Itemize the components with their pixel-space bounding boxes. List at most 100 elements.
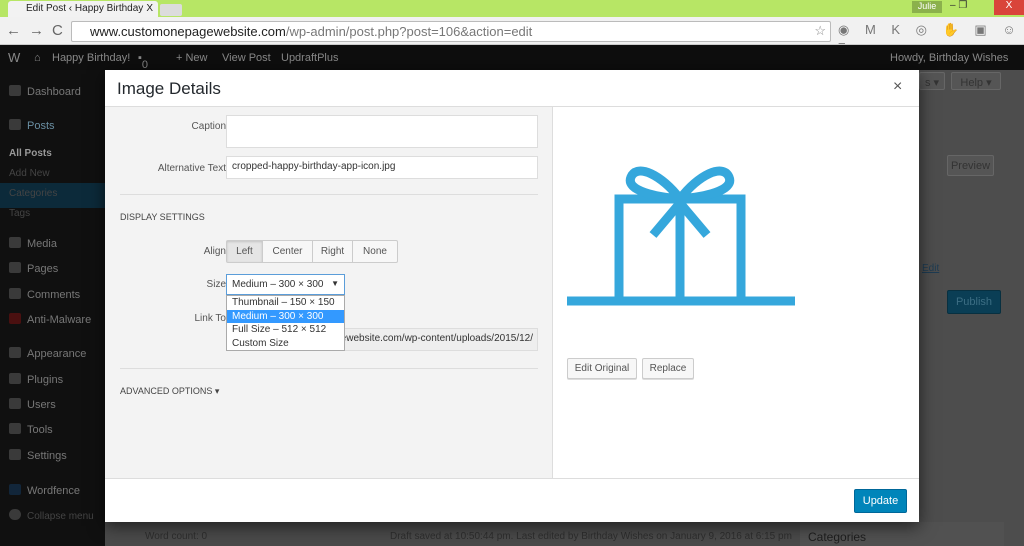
replace-button[interactable]: Replace [642,358,694,379]
submenu-all-posts[interactable]: All Posts [9,148,52,159]
sidebar-item-dashboard[interactable]: Dashboard [9,85,81,98]
collapse-icon [9,509,21,520]
alt-text-input[interactable]: cropped-happy-birthday-app-icon.jpg [226,156,538,179]
caption-textarea[interactable] [226,115,538,148]
align-center-button[interactable]: Center [263,241,313,262]
label: Posts [27,120,55,132]
size-option-full[interactable]: Full Size – 512 × 512 [227,323,344,337]
help-button[interactable]: Help ▾ [951,72,1001,90]
sidebar-item-tools[interactable]: Tools [9,423,53,436]
browser-tab[interactable]: Edit Post ‹ Happy Birthday X [8,1,158,17]
preview-button[interactable]: Preview [947,155,994,176]
update-button[interactable]: Update [854,489,907,513]
modal-title: Image Details [117,79,221,98]
close-icon[interactable]: × [893,78,902,96]
sidebar-item-anti-malware[interactable]: Anti-Malware [9,313,91,326]
label: Tools [27,424,53,436]
new-link[interactable]: + New [176,52,208,64]
sidebar-item-users[interactable]: Users [9,398,56,411]
label: Media [27,238,57,250]
advanced-options-toggle[interactable]: ADVANCED OPTIONS ▾ [120,386,219,397]
wordpress-logo-icon[interactable]: W [8,50,20,65]
sidebar-item-appearance[interactable]: Appearance [9,347,86,360]
howdy-user-link[interactable]: Howdy, Birthday Wishes [890,52,1008,64]
size-selected-value: Medium – 300 × 300 [232,279,324,290]
sidebar-item-plugins[interactable]: Plugins [9,373,63,386]
label: Anti-Malware [27,314,92,326]
label: Plugins [27,374,64,386]
home-icon: ⌂ [34,52,41,64]
wp-admin-bar: W ⌂ Happy Birthday! ▪ 0 + New View Post … [0,45,1024,71]
editor-status-bar: Word count: 0 Draft saved at 10:50:44 pm… [105,522,805,546]
bookmark-star-icon[interactable]: ☆ [814,23,826,39]
nav-buttons[interactable]: ←→C [6,22,71,39]
categories-box[interactable]: Categories [800,522,1004,546]
view-post-link[interactable]: View Post [222,52,271,64]
tab-title: Edit Post ‹ Happy Birthday [26,3,144,14]
comments-link[interactable]: ▪ 0 [138,52,148,71]
address-bar[interactable]: www.customonepagewebsite.com/wp-admin/po… [71,21,831,42]
caption-label: Caption [191,121,226,132]
display-settings-heading: DISPLAY SETTINGS [120,212,205,222]
align-label: Align [203,246,226,257]
align-button-group: Left Center Right None [226,240,398,263]
sidebar-item-pages[interactable]: Pages [9,262,58,275]
size-label: Size [206,279,226,290]
submenu-tags[interactable]: Tags [9,208,30,219]
label: Wordfence [27,485,80,497]
edit-link[interactable]: Edit [922,263,939,274]
label: Comments [27,289,81,301]
sidebar-item-wordfence[interactable]: Wordfence [9,484,80,497]
wrench-icon [9,423,21,434]
brush-icon [9,347,21,358]
new-tab-button[interactable] [160,4,182,16]
user-icon [9,398,21,409]
modal-header: Image Details × [105,70,919,107]
pages-icon [9,262,21,273]
window-close-icon[interactable]: X [994,0,1024,15]
edit-original-button[interactable]: Edit Original [567,358,637,379]
media-icon [9,237,21,248]
updraftplus-link[interactable]: UpdraftPlus [281,52,338,64]
admin-sidebar: Dashboard Posts All Posts Add New Catego… [0,70,105,546]
gift-image [567,166,795,306]
link-to-label: Link To [194,313,226,324]
size-option-medium[interactable]: Medium – 300 × 300 [227,309,344,323]
size-dropdown-list: Thumbnail – 150 × 150 Medium – 300 × 300… [226,295,345,351]
label: Settings [27,450,67,462]
submenu-categories[interactable]: Categories [9,188,57,199]
settings-pane: Caption Alternative Text cropped-happy-b… [105,107,552,478]
sidebar-item-posts[interactable]: Posts [9,119,55,132]
publish-panel-dimmed: s ▾ Help ▾ Preview Edit Publish [919,70,1024,546]
label: Dashboard [27,86,81,98]
submenu-add-new[interactable]: Add New [9,168,50,179]
url-host: www.customonepagewebsite.com [90,24,286,39]
profile-badge[interactable]: Julie [912,1,942,13]
collapse-menu[interactable]: Collapse menu [9,509,94,522]
size-option-thumbnail[interactable]: Thumbnail – 150 × 150 [227,296,344,310]
label: Collapse menu [27,511,94,522]
modal-footer [105,478,919,522]
anti-malware-icon [9,313,21,324]
sidebar-item-settings[interactable]: Settings [9,449,67,462]
sidebar-item-media[interactable]: Media [9,237,57,250]
align-right-button[interactable]: Right [313,241,353,262]
size-option-custom[interactable]: Custom Size [227,337,344,351]
align-left-button[interactable]: Left [227,241,263,262]
image-details-modal: Image Details × Caption Alternative Text… [105,70,919,522]
site-name-link[interactable]: Happy Birthday! [52,52,130,64]
tab-close-icon[interactable]: X [146,3,153,14]
screen-options-button[interactable]: s ▾ [919,72,945,90]
plug-icon [9,373,21,384]
window-controls[interactable]: – ❐ X [950,0,1024,15]
minimize-maximize-icons[interactable]: – ❐ [950,0,967,11]
sidebar-item-comments[interactable]: Comments [9,288,80,301]
wordfence-icon [9,484,21,495]
publish-button[interactable]: Publish [947,290,1001,314]
size-select[interactable]: Medium – 300 × 300 ▼ [226,274,345,295]
alt-text-label: Alternative Text [157,163,226,174]
divider [120,368,538,369]
dashboard-icon [9,85,21,96]
image-preview-pane: Edit Original Replace [552,107,919,478]
align-none-button[interactable]: None [353,241,397,262]
